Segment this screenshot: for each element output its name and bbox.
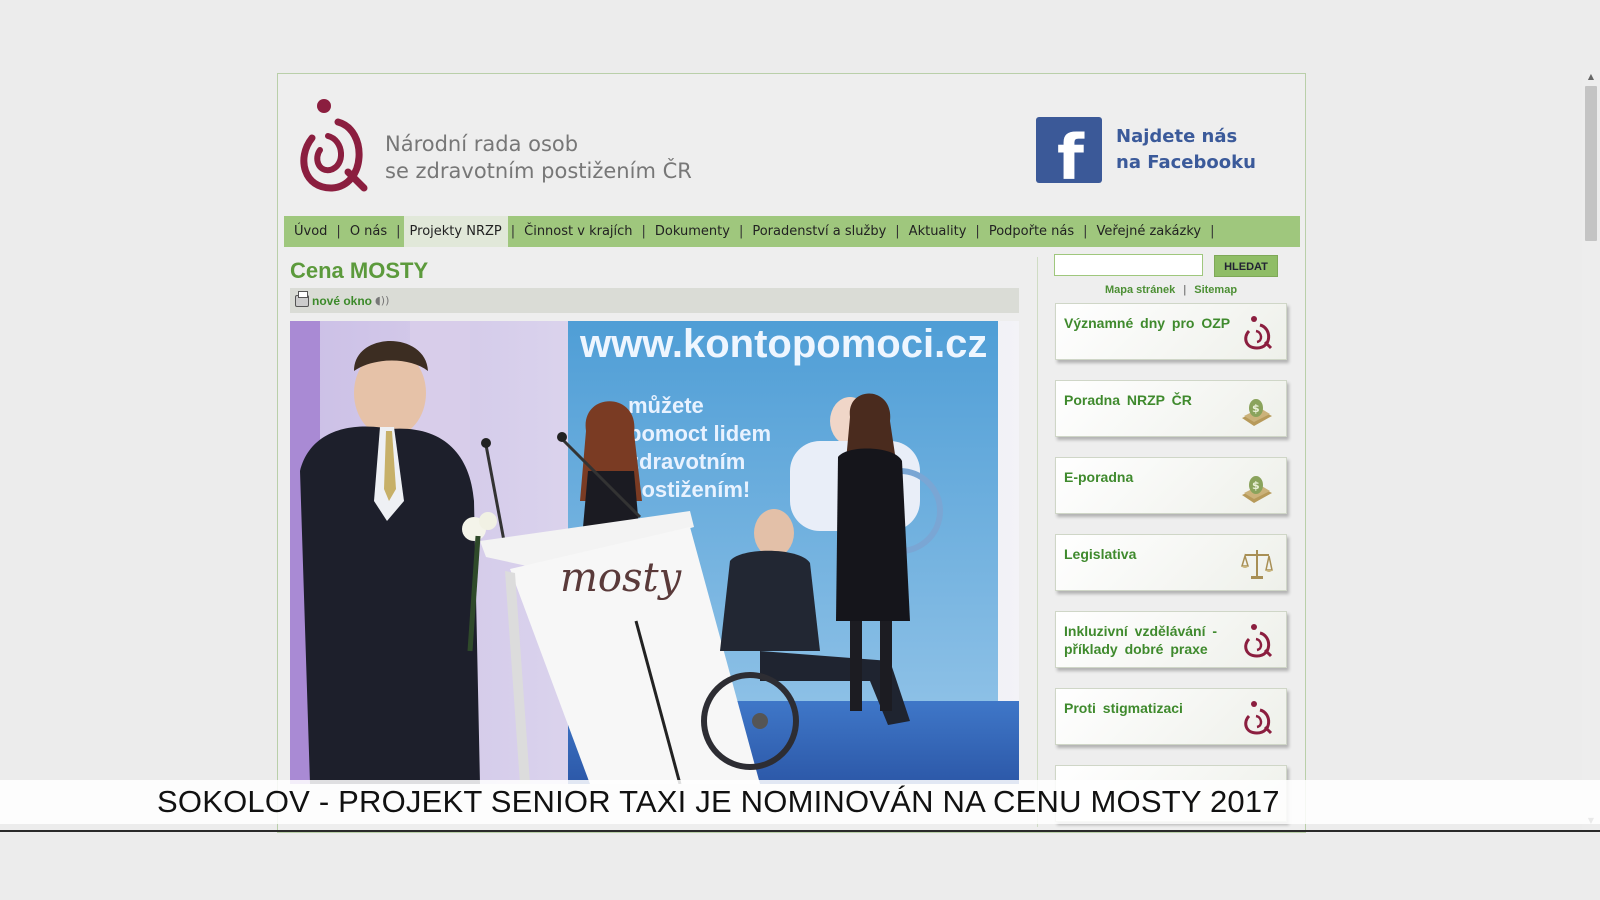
- article-toolbar: nové okno ◖)): [290, 288, 1019, 313]
- search-button[interactable]: HLEDAT: [1214, 255, 1278, 277]
- sitemap-en-link[interactable]: Sitemap: [1194, 284, 1237, 296]
- sidebar-box-legislativa[interactable]: Legislativa: [1055, 534, 1287, 591]
- article-photo: www.kontopomoci.cz můžete pomoct lidem z…: [290, 321, 1019, 784]
- scroll-thumb[interactable]: [1585, 86, 1597, 241]
- nav-uvod[interactable]: Úvod: [288, 216, 333, 247]
- org-name[interactable]: Národní rada osob se zdravotním postižen…: [385, 131, 692, 185]
- nav-o-nas[interactable]: O nás: [344, 216, 393, 247]
- banner-text: www.kontopomoci.cz: [579, 322, 987, 366]
- nrzp-logo-icon[interactable]: [298, 96, 368, 196]
- sidebar-box-inkluzivni-vzdelavani[interactable]: Inkluzivní vzdělávání - příklady dobré p…: [1055, 611, 1287, 668]
- sidebar-box-proti-stigmatizaci[interactable]: Proti stigmatizaci: [1055, 688, 1287, 745]
- printer-icon[interactable]: [295, 290, 309, 307]
- slogan-line-3: zdravotním: [628, 449, 745, 474]
- org-name-line1: Národní rada osob: [385, 132, 579, 156]
- nav-dokumenty[interactable]: Dokumenty: [649, 216, 736, 247]
- money-icon: $: [1242, 399, 1272, 426]
- nav-verejne-zakazky[interactable]: Veřejné zakázky: [1091, 216, 1208, 247]
- slogan-line-2: pomoct lidem: [628, 421, 771, 446]
- caption-text: SOKOLOV - PROJEKT SENIOR TAXI JE NOMINOV…: [157, 784, 1280, 819]
- nav-podporte-nas[interactable]: Podpořte nás: [983, 216, 1080, 247]
- sitemap-link[interactable]: Mapa stránek: [1105, 284, 1175, 296]
- nav-cinnost-v-krajich[interactable]: Činnost v krajích: [518, 216, 638, 247]
- search-input[interactable]: [1054, 254, 1203, 276]
- scales-icon: [1240, 550, 1273, 579]
- svg-text:$: $: [1252, 402, 1260, 415]
- vertical-scrollbar[interactable]: ▲ ▼: [1582, 70, 1600, 830]
- org-name-line2: se zdravotním postižením ČR: [385, 159, 692, 183]
- nav-projekty-nrzp[interactable]: Projekty NRZP: [403, 216, 508, 247]
- money-icon: $: [1242, 476, 1272, 503]
- nrzp-logo-icon: [1244, 316, 1273, 350]
- sidebar-box-e-poradna[interactable]: E-poradna $: [1055, 457, 1287, 514]
- nav-aktuality[interactable]: Aktuality: [903, 216, 973, 247]
- facebook-link[interactable]: Najdete nás na Facebooku: [1116, 124, 1256, 176]
- speaker-icon[interactable]: ◖)): [375, 294, 389, 307]
- bottom-divider: [0, 830, 1600, 832]
- column-divider: [1037, 257, 1038, 827]
- main-nav: Úvod | O nás | Projekty NRZP | Činnost v…: [284, 216, 1300, 247]
- page-title: Cena MOSTY: [290, 258, 429, 283]
- scroll-up-icon[interactable]: ▲: [1586, 72, 1596, 82]
- facebook-icon[interactable]: f: [1036, 117, 1102, 183]
- nrzp-logo-icon: [1244, 701, 1273, 735]
- new-window-link[interactable]: nové okno: [312, 294, 372, 308]
- sidebar-box-vyznamne-dny[interactable]: Významné dny pro OZP: [1055, 303, 1287, 360]
- slogan-line-1: můžete: [628, 393, 704, 418]
- sitemap-links: Mapa stránek | Sitemap: [1104, 284, 1238, 296]
- slogan-line-4: postižením!: [628, 477, 750, 502]
- sidebar-box-poradna[interactable]: Poradna NRZP ČR $: [1055, 380, 1287, 437]
- svg-text:$: $: [1252, 479, 1260, 492]
- lectern-logo-text: mosty: [560, 555, 683, 601]
- page-frame: Národní rada osob se zdravotním postižen…: [277, 73, 1306, 833]
- photo-scene: www.kontopomoci.cz můžete pomoct lidem z…: [290, 321, 1019, 784]
- nrzp-logo-icon: [1244, 624, 1273, 658]
- nav-poradenstvi[interactable]: Poradenství a služby: [746, 216, 892, 247]
